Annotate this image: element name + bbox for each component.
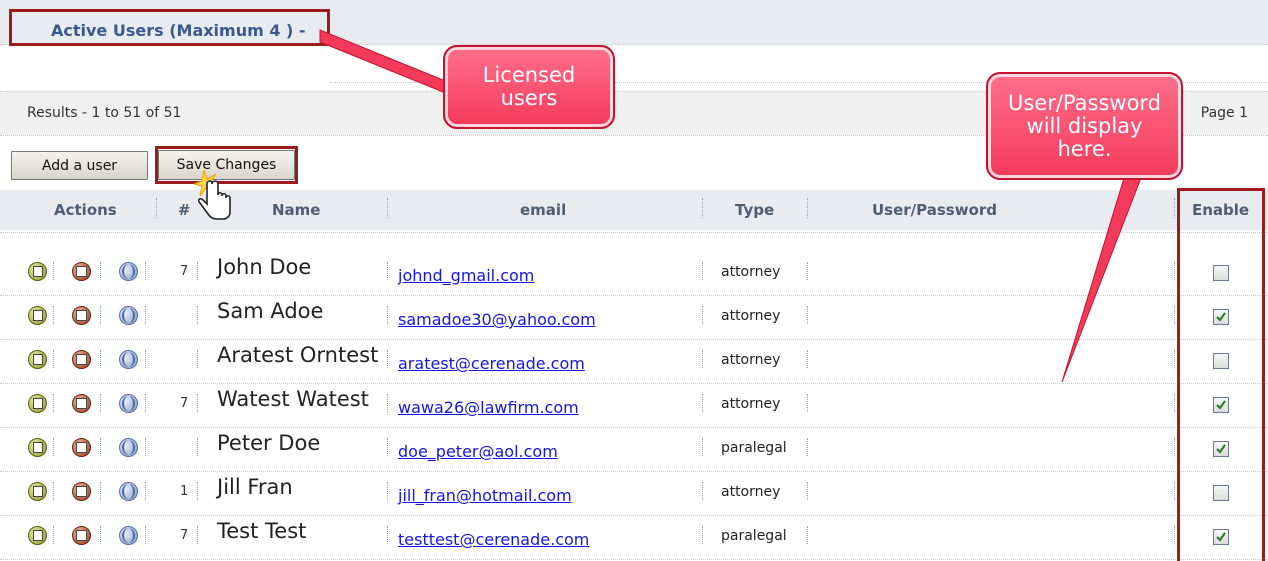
pointer-hand-icon: [194, 170, 231, 220]
password-arrow: [1061, 164, 1145, 383]
licensed-users-callout-text: Licensed users: [482, 63, 576, 110]
user-password-callout-text: User/Password will display here.: [1007, 90, 1162, 161]
user-password-callout: User/Password will display here.: [986, 72, 1183, 180]
licensed-users-callout: Licensed users: [443, 45, 615, 129]
